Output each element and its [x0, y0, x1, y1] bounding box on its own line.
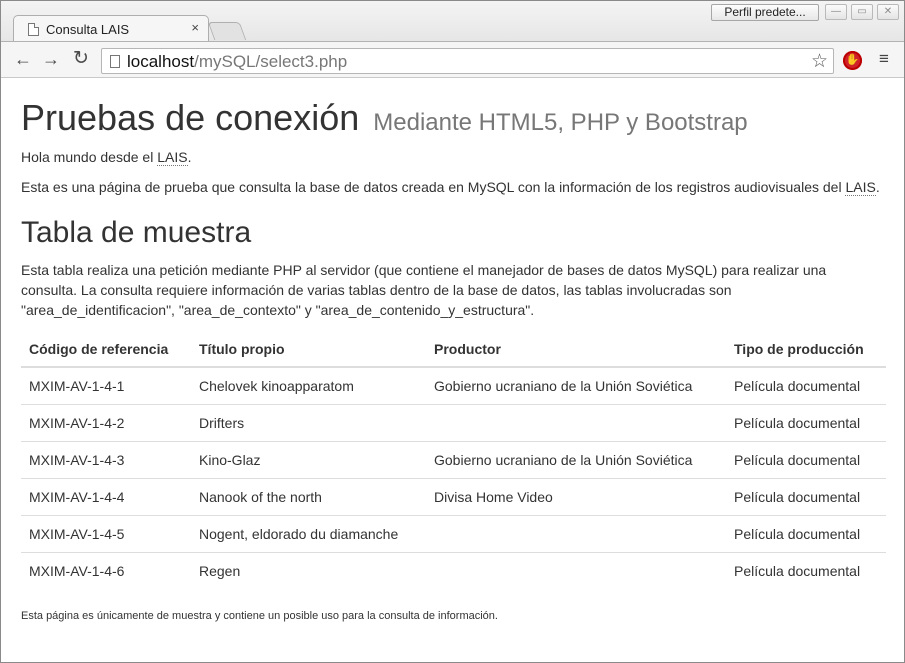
hello-prefix: Hola mundo desde el	[21, 149, 158, 165]
url-host: localhost	[127, 52, 195, 71]
url-path: /mySQL/select3.php	[194, 52, 348, 71]
tab-title: Consulta LAIS	[46, 22, 130, 37]
maximize-button[interactable]: ▭	[851, 4, 873, 20]
cell-codigo: MXIM-AV-1-4-5	[21, 514, 191, 552]
reload-icon[interactable]: ↻	[71, 49, 91, 70]
header-titulo: Título propio	[191, 332, 426, 368]
cell-titulo: Nogent, eldorado du diamanche	[191, 514, 426, 552]
page-icon	[28, 23, 39, 36]
cell-titulo: Regen	[191, 551, 426, 589]
hello-text: Hola mundo desde el LAIS.	[21, 149, 192, 166]
lais-abbr: LAIS	[157, 149, 188, 166]
cell-titulo: Drifters	[191, 403, 426, 441]
forward-arrow-icon[interactable]: →	[41, 50, 61, 70]
cell-tipo: Película documental	[726, 514, 886, 552]
tab-consulta-lais[interactable]: Consulta LAIS ×	[13, 15, 209, 42]
page-content: Pruebas de conexión Mediante HTML5, PHP …	[1, 79, 904, 662]
intro-suffix: .	[875, 179, 880, 195]
table-row: MXIM-AV-1-4-1 Chelovek kinoapparatom Gob…	[21, 367, 886, 404]
cell-productor	[426, 514, 726, 552]
stop-extension-icon[interactable]: ✋	[843, 51, 862, 70]
browser-window: Consulta LAIS × Perfil predete... — ▭ ✕ …	[0, 0, 905, 663]
cell-tipo: Película documental	[726, 551, 886, 589]
header-productor: Productor	[426, 332, 726, 368]
profile-button[interactable]: Perfil predete...	[711, 4, 819, 21]
back-arrow-icon[interactable]: ←	[13, 50, 33, 70]
table-row: MXIM-AV-1-4-5 Nogent, eldorado du diaman…	[21, 514, 886, 552]
page-subtitle: Mediante HTML5, PHP y Bootstrap	[373, 109, 748, 136]
address-bar[interactable]: localhost/mySQL/select3.php ☆	[101, 48, 834, 74]
cell-productor	[426, 551, 726, 589]
cell-codigo: MXIM-AV-1-4-2	[21, 403, 191, 441]
table-row: MXIM-AV-1-4-2 Drifters Película document…	[21, 403, 886, 441]
minimize-button[interactable]: —	[825, 4, 847, 20]
page-title: Pruebas de conexión Mediante HTML5, PHP …	[21, 97, 748, 139]
page-title-text: Pruebas de conexión	[21, 97, 360, 138]
cell-codigo: MXIM-AV-1-4-1	[29, 377, 125, 394]
cell-titulo: Chelovek kinoapparatom	[199, 377, 354, 394]
lais-abbr: LAIS	[845, 179, 876, 196]
url-text[interactable]: localhost/mySQL/select3.php	[127, 52, 347, 72]
intro-text: Esta es una página de prueba que consult…	[21, 179, 880, 196]
table-row: MXIM-AV-1-4-3 Kino-Glaz Gobierno ucrania…	[21, 440, 886, 478]
cell-productor	[426, 403, 726, 441]
cell-codigo: MXIM-AV-1-4-3	[21, 440, 191, 478]
cell-titulo: Kino-Glaz	[191, 440, 426, 478]
intro-prefix: Esta es una página de prueba que consult…	[21, 179, 846, 195]
records-table: Código de referencia Título propio Produ…	[21, 332, 886, 589]
cell-codigo: MXIM-AV-1-4-6	[21, 551, 191, 589]
cell-productor: Gobierno ucraniano de la Unión Soviética	[434, 377, 693, 394]
table-row: MXIM-AV-1-4-6 Regen Película documental	[21, 551, 886, 589]
title-bar: Consulta LAIS × Perfil predete... — ▭ ✕	[1, 1, 904, 42]
window-close-button[interactable]: ✕	[877, 4, 899, 20]
cell-tipo: Película documental	[734, 377, 861, 394]
browser-toolbar: ← → ↻ localhost/mySQL/select3.php ☆ ✋ ≡	[1, 41, 904, 78]
hello-suffix: .	[187, 149, 192, 165]
menu-icon[interactable]: ≡	[876, 50, 892, 67]
header-tipo: Tipo de producción	[726, 332, 886, 368]
section-title: Tabla de muestra	[21, 216, 252, 249]
footer-note: Esta página es únicamente de muestra y c…	[21, 610, 498, 622]
cell-tipo: Película documental	[726, 403, 886, 441]
cell-productor: Gobierno ucraniano de la Unión Soviética	[426, 440, 726, 478]
bookmark-star-icon[interactable]: ☆	[811, 50, 828, 73]
cell-codigo: MXIM-AV-1-4-4	[21, 477, 191, 515]
new-tab-button[interactable]	[207, 22, 247, 40]
header-codigo: Código de referencia	[21, 332, 191, 368]
table-header-row: Código de referencia Título propio Produ…	[21, 332, 886, 368]
cell-productor: Divisa Home Video	[426, 477, 726, 515]
table-row: MXIM-AV-1-4-4 Nanook of the north Divisa…	[21, 477, 886, 515]
close-icon[interactable]: ×	[191, 20, 199, 35]
cell-tipo: Película documental	[726, 477, 886, 515]
page-icon	[110, 55, 120, 68]
cell-tipo: Película documental	[726, 440, 886, 478]
cell-titulo: Nanook of the north	[191, 477, 426, 515]
table-description: Esta tabla realiza una petición mediante…	[21, 262, 827, 318]
